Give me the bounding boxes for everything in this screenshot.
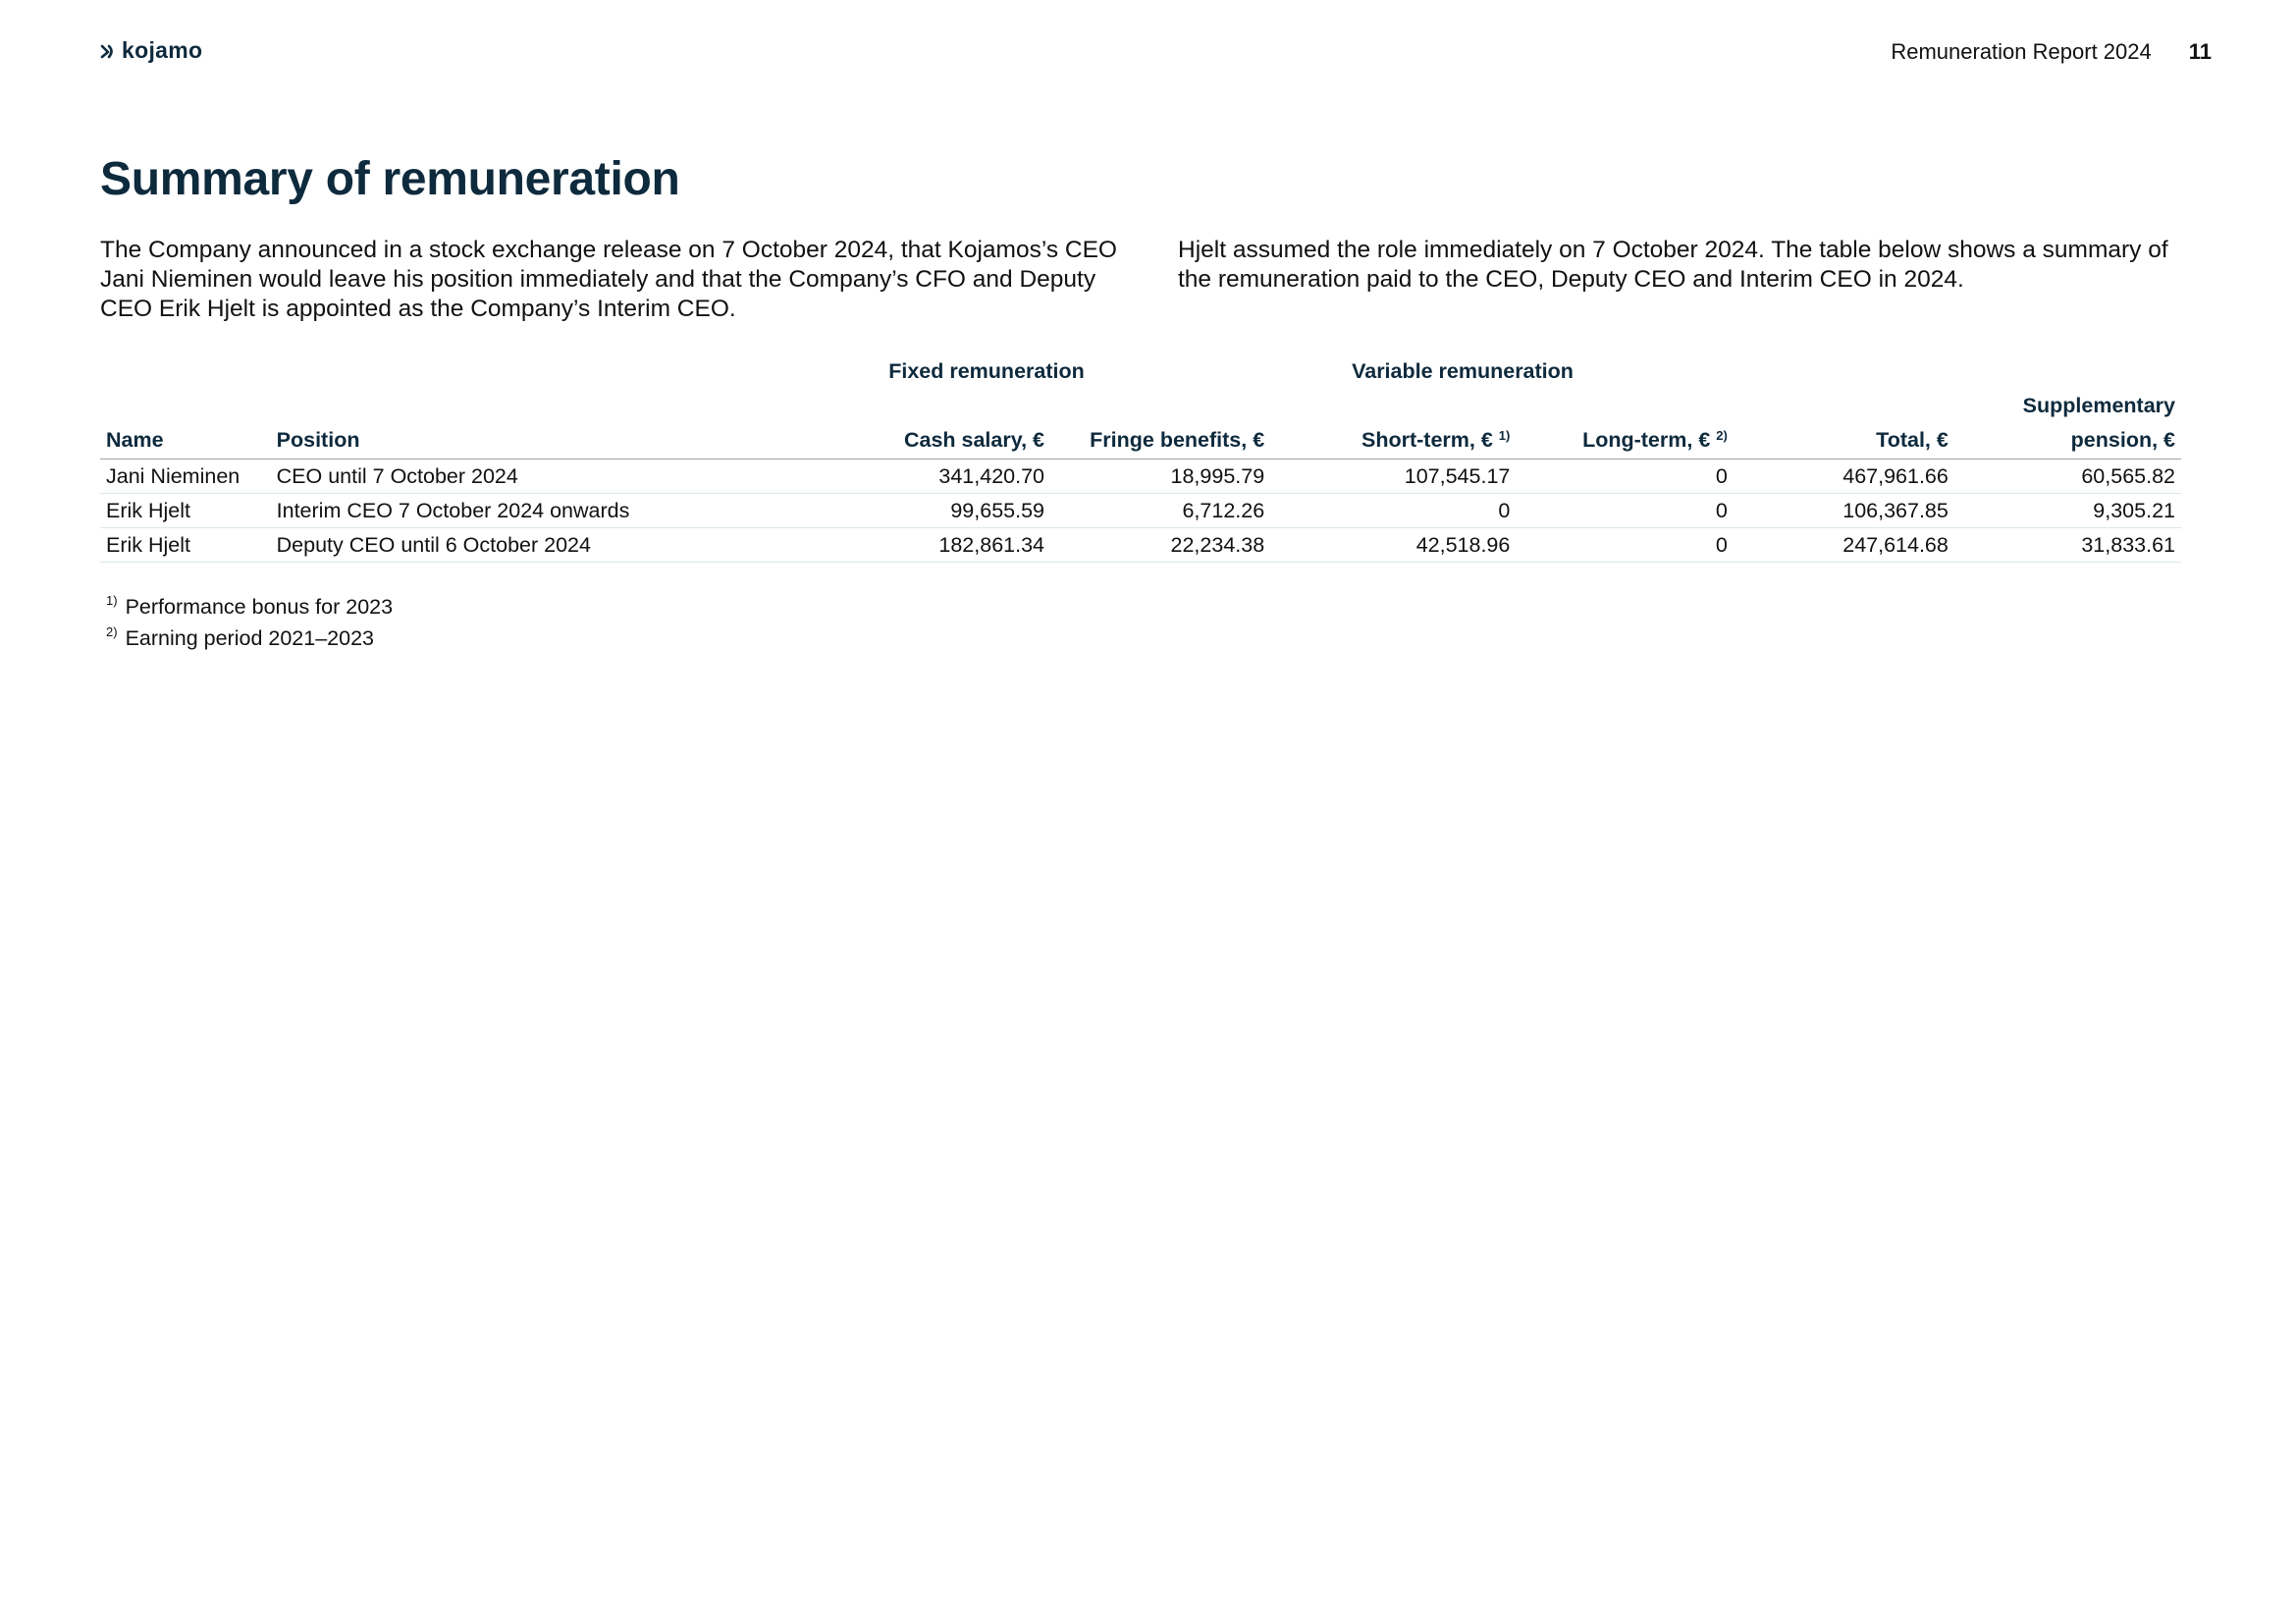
kojamo-logo: kojamo xyxy=(100,37,202,64)
logo-text: kojamo xyxy=(122,37,203,63)
cell-position: Interim CEO 7 October 2024 onwards xyxy=(270,493,643,528)
header-short-term-label: Short-term, € xyxy=(1362,428,1493,452)
cell-name: Erik Hjelt xyxy=(100,493,271,528)
header-pension-line2: pension, € xyxy=(2070,428,2175,452)
report-title: Remuneration Report 2024 xyxy=(1891,39,2152,64)
cell-position: CEO until 7 October 2024 xyxy=(270,459,643,494)
footnote-2: 2) Earning period 2021–2023 xyxy=(106,623,393,654)
footnote-ref-2: 2) xyxy=(1716,428,1728,443)
cell-total: 467,961.66 xyxy=(1733,459,1954,494)
footnotes: 1) Performance bonus for 2023 2) Earning… xyxy=(106,591,393,654)
cell-short-term: 0 xyxy=(1270,493,1517,528)
header-supplementary-pension: Supplementary pension, € xyxy=(1953,389,2181,460)
cell-pension: 9,305.21 xyxy=(1953,493,2181,528)
cell-total: 106,367.85 xyxy=(1733,493,1954,528)
page-number: 11 xyxy=(2188,39,2212,64)
cell-pension: 60,565.82 xyxy=(1953,459,2181,494)
header-long-term: Long-term, € 2) xyxy=(1516,389,1734,460)
remuneration-table: Name Position Cash salary, € Fringe bene… xyxy=(100,389,2181,563)
group-label-fixed: Fixed remuneration xyxy=(888,359,1085,383)
cell-fringe-benefits: 22,234.38 xyxy=(1050,527,1271,563)
cell-name: Jani Nieminen xyxy=(100,459,271,494)
header-cash-salary: Cash salary, € xyxy=(642,389,1050,460)
table-row: Jani Nieminen CEO until 7 October 2024 3… xyxy=(100,459,2181,494)
header-total: Total, € xyxy=(1733,389,1954,460)
header-short-term: Short-term, € 1) xyxy=(1270,389,1517,460)
header-pension-line1: Supplementary xyxy=(2022,394,2175,417)
group-label-variable: Variable remuneration xyxy=(1352,359,1574,383)
header-name: Name xyxy=(100,389,271,460)
footnote-mark: 2) xyxy=(106,624,118,639)
cell-fringe-benefits: 6,712.26 xyxy=(1050,493,1271,528)
cell-short-term: 107,545.17 xyxy=(1270,459,1517,494)
footnote-text: Performance bonus for 2023 xyxy=(125,595,394,619)
cell-cash-salary: 99,655.59 xyxy=(642,493,1050,528)
footnote-1: 1) Performance bonus for 2023 xyxy=(106,591,393,623)
cell-long-term: 0 xyxy=(1516,527,1734,563)
page-header: Remuneration Report 2024 11 xyxy=(1891,39,2212,65)
cell-fringe-benefits: 18,995.79 xyxy=(1050,459,1271,494)
cell-name: Erik Hjelt xyxy=(100,527,271,563)
cell-position: Deputy CEO until 6 October 2024 xyxy=(270,527,643,563)
intro-paragraph-right: Hjelt assumed the role immediately on 7 … xyxy=(1178,237,2168,293)
cell-long-term: 0 xyxy=(1516,493,1734,528)
cell-total: 247,614.68 xyxy=(1733,527,1954,563)
cell-cash-salary: 182,861.34 xyxy=(642,527,1050,563)
intro-paragraph-left: The Company announced in a stock exchang… xyxy=(100,237,1117,322)
header-long-term-label: Long-term, € xyxy=(1582,428,1711,452)
cell-long-term: 0 xyxy=(1516,459,1734,494)
page-title: Summary of remuneration xyxy=(100,153,680,205)
header-position: Position xyxy=(270,389,643,460)
footnote-text: Earning period 2021–2023 xyxy=(125,626,374,650)
document-page: kojamo Remuneration Report 2024 11 Summa… xyxy=(0,0,2296,1624)
footnote-ref-1: 1) xyxy=(1498,428,1511,443)
kojamo-mark-icon xyxy=(100,44,113,58)
cell-short-term: 42,518.96 xyxy=(1270,527,1517,563)
table-row: Erik Hjelt Deputy CEO until 6 October 20… xyxy=(100,527,2181,563)
cell-cash-salary: 341,420.70 xyxy=(642,459,1050,494)
header-fringe-benefits: Fringe benefits, € xyxy=(1050,389,1271,460)
footnote-mark: 1) xyxy=(106,593,118,608)
table-row: Erik Hjelt Interim CEO 7 October 2024 on… xyxy=(100,493,2181,528)
table-header-row: Name Position Cash salary, € Fringe bene… xyxy=(100,389,2181,460)
cell-pension: 31,833.61 xyxy=(1953,527,2181,563)
